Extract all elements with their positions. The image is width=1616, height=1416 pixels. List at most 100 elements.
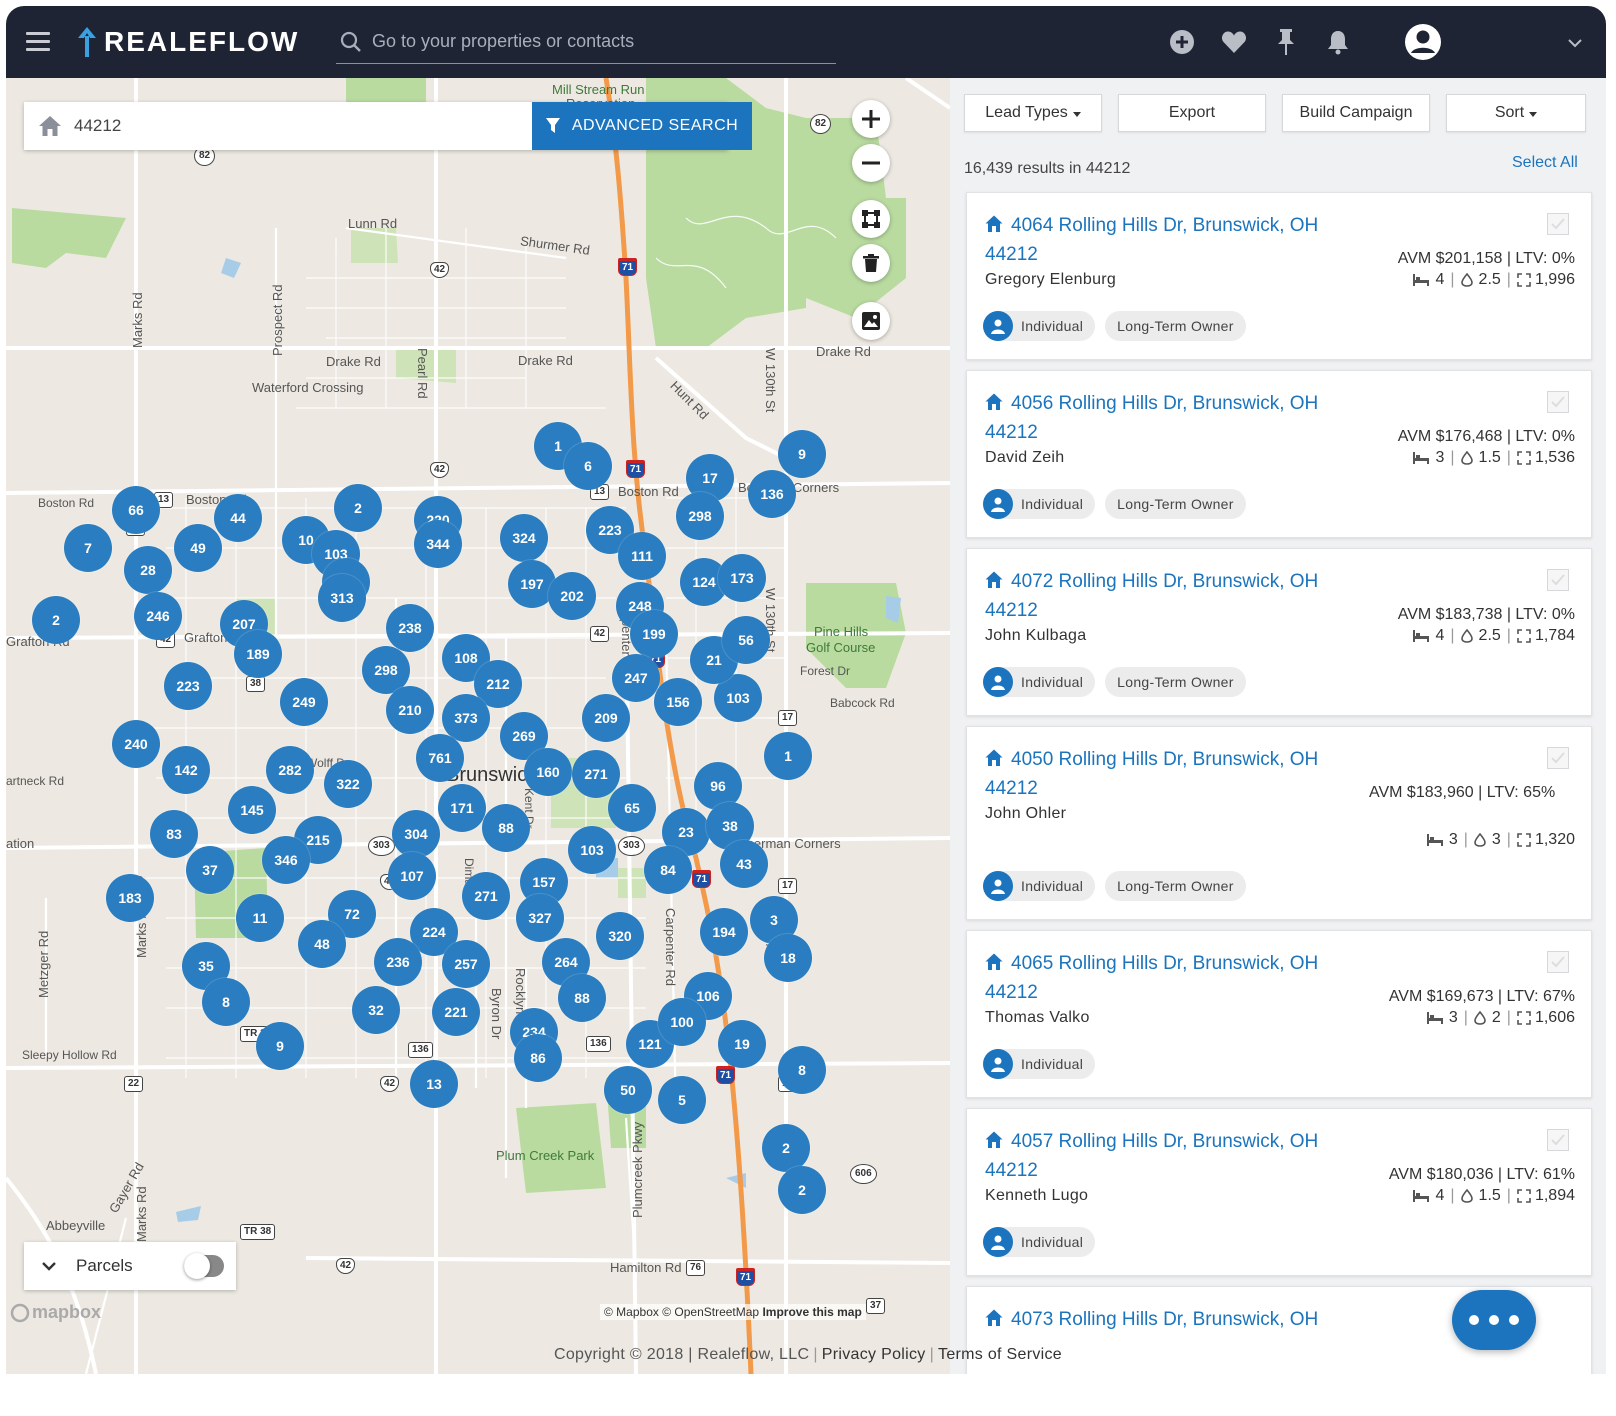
map-cluster[interactable]: 18	[764, 934, 812, 982]
map-cluster[interactable]: 84	[644, 846, 692, 894]
select-checkbox[interactable]	[1547, 747, 1569, 769]
zoom-out-button[interactable]	[852, 144, 890, 182]
map-cluster[interactable]: 236	[374, 938, 422, 986]
map-cluster[interactable]: 2	[778, 1166, 826, 1214]
terms-of-service-link[interactable]: Terms of Service	[938, 1346, 1062, 1363]
map-cluster[interactable]: 9	[778, 430, 826, 478]
map-cluster[interactable]: 136	[748, 470, 796, 518]
map-cluster[interactable]: 344	[414, 520, 462, 568]
map-cluster[interactable]: 88	[482, 804, 530, 852]
map-cluster[interactable]: 313	[318, 574, 366, 622]
map-cluster[interactable]: 2	[334, 484, 382, 532]
map-cluster[interactable]: 346	[262, 836, 310, 884]
listing-card[interactable]: 4057 Rolling Hills Dr, Brunswick, OH 442…	[966, 1108, 1592, 1276]
map-cluster[interactable]: 171	[438, 784, 486, 832]
hamburger-menu-icon[interactable]	[26, 32, 50, 52]
map-cluster[interactable]: 103	[568, 826, 616, 874]
map-cluster[interactable]: 107	[388, 852, 436, 900]
map-cluster[interactable]: 209	[582, 694, 630, 742]
map-cluster[interactable]: 5	[658, 1076, 706, 1124]
pin-icon[interactable]	[1270, 26, 1302, 58]
map-cluster[interactable]: 9	[256, 1022, 304, 1070]
map-cluster[interactable]: 145	[228, 786, 276, 834]
listing-address-link[interactable]: 4050 Rolling Hills Dr, Brunswick, OH 442…	[985, 745, 1355, 803]
build-campaign-button[interactable]: Build Campaign	[1282, 94, 1430, 132]
map-cluster[interactable]: 111	[618, 532, 666, 580]
map-cluster[interactable]: 327	[516, 894, 564, 942]
map-cluster[interactable]: 221	[432, 988, 480, 1036]
map-cluster[interactable]: 210	[386, 686, 434, 734]
map-cluster[interactable]: 13	[410, 1060, 458, 1108]
map-cluster[interactable]: 19	[718, 1020, 766, 1068]
chevron-down-icon[interactable]	[1566, 34, 1584, 52]
attribution-osm-link[interactable]: © OpenStreetMap	[662, 1305, 759, 1319]
select-checkbox[interactable]	[1547, 1129, 1569, 1151]
bell-icon[interactable]	[1322, 26, 1354, 58]
map-cluster[interactable]: 223	[164, 662, 212, 710]
map-cluster[interactable]: 247	[612, 654, 660, 702]
draw-polygon-button[interactable]	[852, 200, 890, 238]
zoom-in-button[interactable]	[852, 100, 890, 138]
map-cluster[interactable]: 249	[280, 678, 328, 726]
map-view[interactable]: Mill Stream Run Reservation Lunn Rd Shur…	[6, 78, 950, 1374]
map-cluster[interactable]: 86	[514, 1034, 562, 1082]
brand-logo[interactable]: REALEFLOW	[76, 24, 299, 60]
select-checkbox[interactable]	[1547, 391, 1569, 413]
delete-shape-button[interactable]	[852, 244, 890, 282]
map-cluster[interactable]: 142	[162, 746, 210, 794]
add-circle-icon[interactable]	[1166, 26, 1198, 58]
map-cluster[interactable]: 83	[150, 810, 198, 858]
map-cluster[interactable]: 240	[112, 720, 160, 768]
map-cluster[interactable]: 7	[64, 524, 112, 572]
map-cluster[interactable]: 189	[234, 630, 282, 678]
map-cluster[interactable]: 48	[298, 920, 346, 968]
map-cluster[interactable]: 100	[658, 998, 706, 1046]
map-cluster[interactable]: 50	[604, 1066, 652, 1114]
export-button[interactable]: Export	[1118, 94, 1266, 132]
map-style-button[interactable]	[852, 302, 890, 340]
map-cluster[interactable]: 173	[718, 554, 766, 602]
listing-address-link[interactable]: 4065 Rolling Hills Dr, Brunswick, OH 442…	[985, 949, 1355, 1007]
map-cluster[interactable]: 66	[112, 486, 160, 534]
map-cluster[interactable]: 156	[654, 678, 702, 726]
more-options-button[interactable]	[1452, 1290, 1536, 1350]
listing-address-link[interactable]: 4064 Rolling Hills Dr, Brunswick, OH 442…	[985, 211, 1355, 269]
select-checkbox[interactable]	[1547, 213, 1569, 235]
select-all-link[interactable]: Select All	[1512, 154, 1578, 172]
map-cluster[interactable]: 11	[236, 894, 284, 942]
map-cluster[interactable]: 6	[564, 442, 612, 490]
listing-address-link[interactable]: 4073 Rolling Hills Dr, Brunswick, OH	[985, 1305, 1355, 1334]
map-cluster[interactable]: 65	[608, 784, 656, 832]
global-search-input[interactable]	[372, 31, 812, 52]
listing-card[interactable]: 4050 Rolling Hills Dr, Brunswick, OH 442…	[966, 726, 1592, 920]
map-cluster[interactable]: 238	[386, 604, 434, 652]
map-cluster[interactable]: 43	[720, 840, 768, 888]
listing-card[interactable]: 4056 Rolling Hills Dr, Brunswick, OH 442…	[966, 370, 1592, 538]
heart-icon[interactable]	[1218, 26, 1250, 58]
map-cluster[interactable]: 88	[558, 974, 606, 1022]
select-checkbox[interactable]	[1547, 569, 1569, 591]
chevron-down-icon[interactable]	[42, 1261, 56, 1271]
map-cluster[interactable]: 183	[106, 874, 154, 922]
map-cluster[interactable]: 202	[548, 572, 596, 620]
listing-card[interactable]: 4065 Rolling Hills Dr, Brunswick, OH 442…	[966, 930, 1592, 1098]
map-cluster[interactable]: 246	[134, 592, 182, 640]
map-cluster[interactable]: 320	[596, 912, 644, 960]
advanced-search-button[interactable]: ADVANCED SEARCH	[532, 102, 752, 150]
map-cluster[interactable]: 49	[174, 524, 222, 572]
map-cluster[interactable]: 761	[416, 734, 464, 782]
improve-map-link[interactable]: Improve this map	[762, 1305, 861, 1319]
map-cluster[interactable]: 304	[392, 810, 440, 858]
map-cluster[interactable]: 2	[762, 1124, 810, 1172]
map-cluster[interactable]: 271	[572, 750, 620, 798]
user-avatar-icon[interactable]	[1404, 23, 1442, 61]
attribution-mapbox-link[interactable]: © Mapbox	[604, 1305, 659, 1319]
map-cluster[interactable]: 160	[524, 748, 572, 796]
select-checkbox[interactable]	[1547, 951, 1569, 973]
map-search-input[interactable]	[74, 116, 494, 136]
lead-types-dropdown[interactable]: Lead Types	[964, 94, 1102, 132]
map-cluster[interactable]: 28	[124, 546, 172, 594]
listing-address-link[interactable]: 4072 Rolling Hills Dr, Brunswick, OH 442…	[985, 567, 1355, 625]
map-cluster[interactable]: 322	[324, 760, 372, 808]
privacy-policy-link[interactable]: Privacy Policy	[822, 1346, 926, 1363]
